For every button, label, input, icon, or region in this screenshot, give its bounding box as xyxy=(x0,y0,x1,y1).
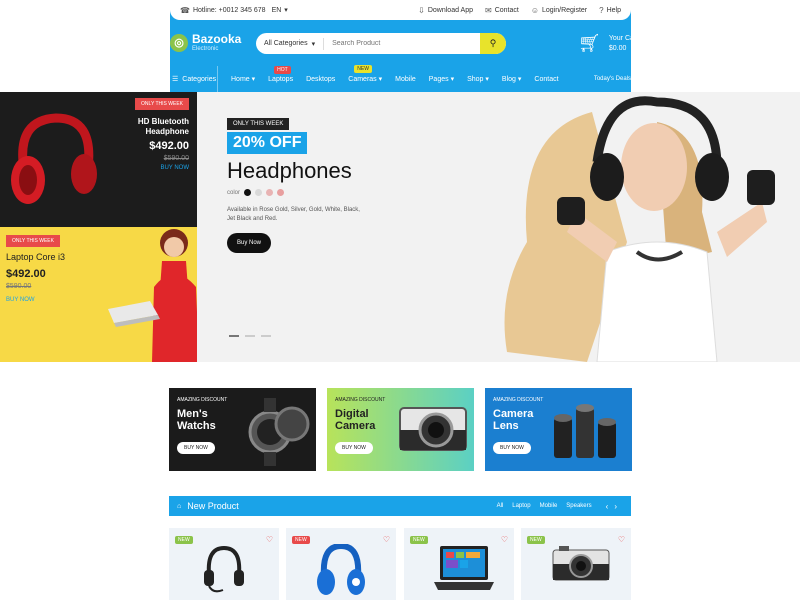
hero-title: Headphones xyxy=(227,158,352,183)
nav-item-home[interactable]: Home ▾ xyxy=(231,75,255,83)
nav-item-cameras[interactable]: NEW Cameras ▾ xyxy=(348,65,382,83)
download-icon: ⇩ xyxy=(418,5,425,15)
heart-icon[interactable]: ♡ xyxy=(266,535,273,544)
new-badge: NEW xyxy=(175,536,193,544)
slide-dot[interactable] xyxy=(245,335,255,337)
language-select[interactable]: EN ▾ xyxy=(272,6,288,15)
product-card[interactable]: NEW ♡ xyxy=(521,528,631,600)
new-badge: NEW xyxy=(354,65,372,73)
category-banner-camera[interactable]: AMAZING DISCOUNT Digital Camera BUY NOW xyxy=(327,388,474,471)
logo[interactable]: ◎ Bazooka Electronic xyxy=(170,33,241,52)
buy-now-link[interactable]: BUY NOW xyxy=(6,297,35,303)
woman-headphones-image xyxy=(504,96,775,362)
nav-item-mobile[interactable]: Mobile xyxy=(395,76,416,83)
color-swatch-rose[interactable] xyxy=(266,189,274,196)
nav-item-blog[interactable]: Blog ▾ xyxy=(502,75,521,83)
product-card[interactable]: NEW ♡ xyxy=(169,528,279,600)
cart[interactable]: 🛒︎ Your Cart $0.00 xyxy=(578,33,638,54)
camera-lens-image xyxy=(554,404,616,458)
product-card[interactable]: NEW ♡ xyxy=(404,528,514,600)
nav-item-pages[interactable]: Pages ▾ xyxy=(429,75,454,83)
category-banner-watches[interactable]: AMAZING DISCOUNT Men's Watchs BUY NOW xyxy=(169,388,316,471)
buy-now-link[interactable]: BUY NOW xyxy=(160,165,189,171)
nav-item-shop[interactable]: Shop ▾ xyxy=(467,75,489,83)
filter-speakers[interactable]: Speakers xyxy=(566,503,591,509)
slider-pager xyxy=(229,335,271,337)
category-banner-lens[interactable]: AMAZING DISCOUNT Camera Lens BUY NOW xyxy=(485,388,632,471)
home-icon: ⌂ xyxy=(177,502,182,510)
cart-icon: 🛒︎ xyxy=(578,33,601,53)
chevron-right-icon[interactable]: › xyxy=(614,502,623,511)
new-badge: NEW xyxy=(292,536,310,544)
main-nav: ☰ Categories Home ▾ HOT Laptops Desktops … xyxy=(170,65,631,92)
buy-now-button[interactable]: BUY NOW xyxy=(493,442,531,454)
help-link[interactable]: ? Help xyxy=(599,6,621,15)
category-select[interactable]: All Categories ▾ xyxy=(256,37,325,50)
product-card[interactable]: NEW ♡ xyxy=(286,528,396,600)
camera-image xyxy=(399,407,467,451)
search-bar: All Categories ▾ ⚲ xyxy=(256,33,506,54)
help-icon: ? xyxy=(599,5,604,15)
filter-all[interactable]: All xyxy=(497,503,504,509)
heart-icon[interactable]: ♡ xyxy=(618,535,625,544)
laptop-image xyxy=(434,546,494,590)
watch-image xyxy=(248,398,310,466)
blue-headphones-image xyxy=(317,544,365,595)
hero-description: Available in Rose Gold, Silver, Gold, Wh… xyxy=(227,207,360,222)
menu-icon: ☰ xyxy=(172,76,179,83)
filter-laptop[interactable]: Laptop xyxy=(512,503,530,509)
headset-image xyxy=(204,545,244,593)
heart-icon[interactable]: ♡ xyxy=(501,535,508,544)
new-badge: NEW xyxy=(410,536,428,544)
camera-image xyxy=(552,546,610,581)
logo-icon: ◎ xyxy=(170,33,188,52)
page: ☎ Hotline: +0012 345 678 EN ▾ ⇩ Download… xyxy=(0,0,800,600)
download-app-link[interactable]: ⇩ Download App xyxy=(418,6,473,15)
new-badge: NEW xyxy=(527,536,545,544)
todays-deals-link[interactable]: Today's Deals xyxy=(594,76,631,82)
mail-icon: ✉ xyxy=(485,5,492,15)
top-bar: ☎ Hotline: +0012 345 678 EN ▾ ⇩ Download… xyxy=(170,0,631,20)
color-swatch-silver[interactable] xyxy=(255,189,263,196)
nav-item-contact[interactable]: Contact xyxy=(534,76,558,83)
color-swatch-black[interactable] xyxy=(244,189,252,196)
slide-dot[interactable] xyxy=(229,335,239,337)
buy-now-button[interactable]: BUY NOW xyxy=(335,442,373,454)
new-product-header: ⌂ New Product All Laptop Mobile Speakers… xyxy=(169,496,631,516)
nav-item-desktops[interactable]: Desktops xyxy=(306,76,335,83)
section-title: New Product xyxy=(187,501,239,511)
chevron-down-icon: ▾ xyxy=(284,7,288,14)
buy-now-button[interactable]: BUY NOW xyxy=(177,442,215,454)
search-input[interactable] xyxy=(324,40,480,47)
red-headphones-image xyxy=(11,113,97,204)
hero-slider: ONLY THIS WEEK 20% OFF Headphones color … xyxy=(197,92,800,362)
color-options: color xyxy=(227,189,285,196)
login-register-link[interactable]: ☺ Login/Register xyxy=(531,6,587,15)
search-button[interactable]: ⚲ xyxy=(480,33,506,54)
promo-banner-headphone[interactable]: ONLY THIS WEEK HD Bluetooth Headphone $4… xyxy=(0,92,197,227)
slide-dot[interactable] xyxy=(261,335,271,337)
buy-now-button[interactable]: Buy Now xyxy=(227,233,272,253)
woman-laptop-image xyxy=(108,229,197,362)
filter-mobile[interactable]: Mobile xyxy=(540,503,558,509)
nav-item-laptops[interactable]: HOT Laptops xyxy=(268,65,293,83)
categories-button[interactable]: ☰ Categories xyxy=(170,66,218,92)
heart-icon[interactable]: ♡ xyxy=(383,535,390,544)
carousel-arrows: ‹› xyxy=(606,502,623,511)
promo-banner-laptop[interactable]: ONLY THIS WEEK Laptop Core i3 $492.00 $5… xyxy=(0,227,197,362)
contact-link[interactable]: ✉ Contact xyxy=(485,6,519,15)
search-icon: ⚲ xyxy=(489,38,497,48)
hotline: ☎ Hotline: +0012 345 678 xyxy=(180,5,266,15)
chevron-down-icon: ▾ xyxy=(311,40,316,48)
phone-icon: ☎ xyxy=(180,5,190,15)
hot-badge: HOT xyxy=(274,65,291,74)
user-icon: ☺ xyxy=(530,5,539,15)
color-swatch-pink[interactable] xyxy=(277,189,285,196)
